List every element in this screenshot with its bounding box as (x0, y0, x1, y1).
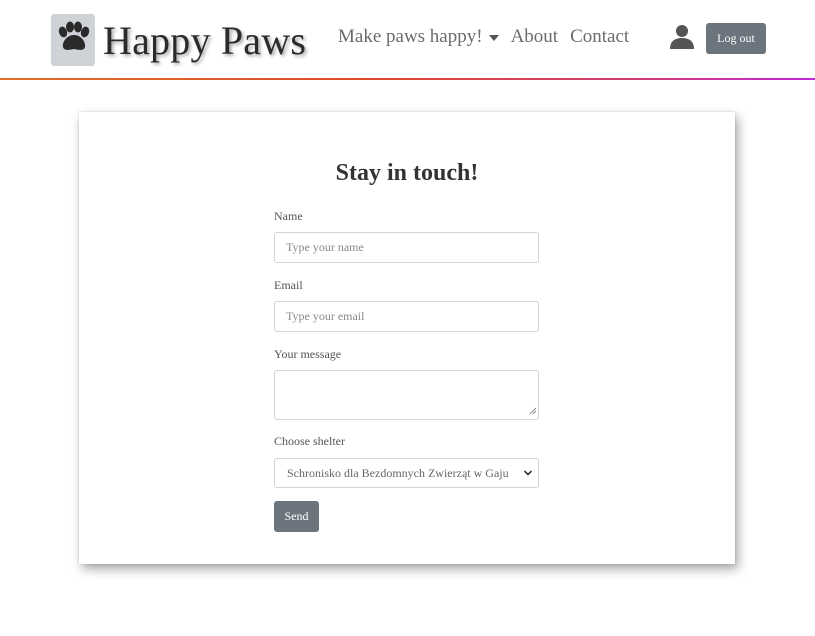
caret-down-icon (488, 35, 499, 41)
shelter-selected-value: Schronisko dla Bezdomnych Zwierząt w Gaj… (287, 465, 509, 480)
paw-icon (58, 21, 90, 50)
message-textarea[interactable] (274, 370, 539, 420)
form-title: Stay in touch! (335, 160, 479, 186)
nav-link-about[interactable]: About (511, 26, 559, 48)
name-label: Name (274, 209, 303, 223)
resize-grip-icon[interactable] (529, 407, 537, 415)
user-icon[interactable] (669, 24, 695, 50)
shelter-label: Choose shelter (274, 434, 345, 448)
brand[interactable]: Happy Paws (51, 14, 306, 66)
nav-links: Make paws happy! About Contact (338, 26, 629, 48)
brand-name: Happy Paws (103, 17, 307, 63)
nav-link-label: Make paws happy! (338, 26, 483, 47)
shelter-select[interactable]: Schronisko dla Bezdomnych Zwierząt w Gaj… (274, 458, 539, 488)
email-input[interactable] (274, 301, 539, 332)
logo (51, 14, 95, 66)
chevron-down-icon (523, 470, 533, 476)
send-button[interactable]: Send (274, 501, 319, 532)
message-label: Your message (274, 347, 342, 361)
email-label: Email (274, 278, 303, 292)
contact-card: Stay in touch! Name Email Your message C… (79, 112, 735, 564)
nav-link-contact[interactable]: Contact (570, 26, 629, 48)
name-input[interactable] (274, 232, 539, 263)
navbar: Happy Paws Make paws happy! About Contac… (0, 0, 815, 80)
logout-button[interactable]: Log out (706, 23, 766, 54)
navbar-accent-line (0, 78, 815, 80)
nav-dropdown-make-paws-happy[interactable]: Make paws happy! (338, 26, 499, 48)
